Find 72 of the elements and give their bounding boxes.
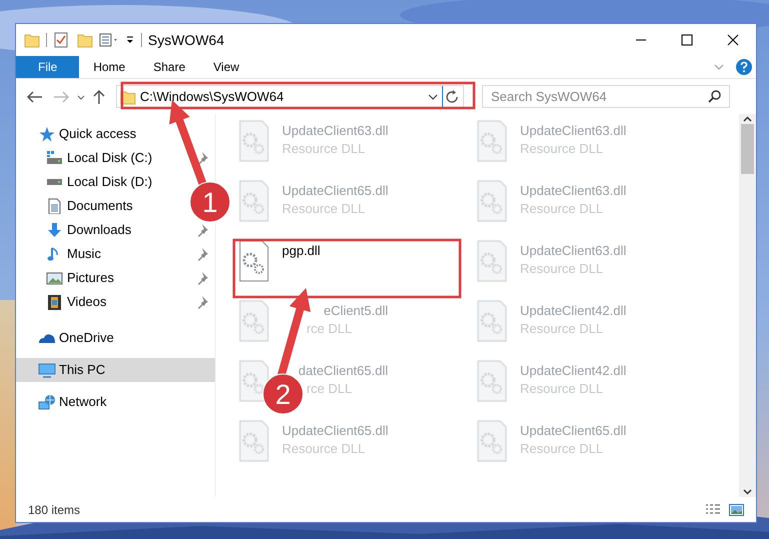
window-title: SysWOW64 xyxy=(148,30,224,50)
sidebar-item[interactable]: Local Disk (C:) xyxy=(16,146,215,170)
sidebar-label: Downloads xyxy=(67,221,132,240)
step-badge: 1 xyxy=(190,182,230,222)
star-icon xyxy=(38,126,56,142)
ribbon-tab[interactable]: File xyxy=(16,56,80,78)
sidebar-item[interactable]: Documents xyxy=(16,194,139,218)
file-type: Resource DLL xyxy=(282,200,366,218)
film-icon xyxy=(46,294,63,310)
folder-icon[interactable] xyxy=(24,32,40,48)
file-icon[interactable] xyxy=(238,360,270,402)
file-type: rce DLL xyxy=(306,380,352,398)
scroll-thumb[interactable] xyxy=(741,124,754,174)
folder-icon[interactable] xyxy=(77,32,93,48)
sidebar-label: Videos xyxy=(67,293,108,312)
pin-icon[interactable] xyxy=(197,246,209,262)
search-field[interactable]: Search SysWOW64 xyxy=(482,85,730,108)
file-type: Resource DLL xyxy=(520,380,604,398)
file-type: rce DLL xyxy=(306,320,352,338)
download-arrow-icon xyxy=(46,222,63,238)
sidebar-item[interactable]: Music xyxy=(16,242,215,266)
sidebar-item[interactable]: OneDrive xyxy=(16,326,118,350)
sidebar-label: Local Disk (C:) xyxy=(67,149,154,168)
drive-icon xyxy=(46,150,63,166)
file-type: Resource DLL xyxy=(520,320,604,338)
sidebar-item[interactable]: This PC xyxy=(16,358,215,382)
scroll-down-icon[interactable] xyxy=(743,489,752,495)
file-name[interactable]: pgp.dll xyxy=(282,242,320,260)
file-icon[interactable] xyxy=(238,240,270,282)
chevron-down-icon[interactable] xyxy=(714,64,724,70)
file-type: Resource DLL xyxy=(520,140,604,158)
step-badge: 2 xyxy=(262,374,304,414)
sidebar-label: Local Disk (D:) xyxy=(67,173,152,192)
address-path: C:\Windows\SysWOW64 xyxy=(140,88,284,106)
details-view-icon[interactable] xyxy=(705,504,721,516)
scrollbar[interactable] xyxy=(739,114,756,497)
pin-icon[interactable] xyxy=(197,150,209,166)
picture-icon xyxy=(46,270,63,286)
file-type: Resource DLL xyxy=(520,200,604,218)
sidebar-item[interactable]: Videos xyxy=(16,290,215,314)
ribbon-tab[interactable]: Share xyxy=(139,56,200,78)
file-type: Resource DLL xyxy=(282,440,366,458)
monitor-icon xyxy=(38,362,56,378)
drive-icon xyxy=(46,178,63,186)
thumbnail-view-icon[interactable] xyxy=(729,504,744,516)
item-count: 180 items xyxy=(28,502,80,518)
file-type: Resource DLL xyxy=(520,260,604,278)
sidebar-label: OneDrive xyxy=(59,329,114,348)
pin-icon[interactable] xyxy=(197,222,209,238)
pin-icon[interactable] xyxy=(197,270,209,286)
file-type: Resource DLL xyxy=(520,440,604,458)
sidebar-label: Network xyxy=(59,393,107,412)
sidebar-item[interactable]: Pictures xyxy=(16,266,215,290)
scroll-up-icon[interactable] xyxy=(743,116,752,122)
sidebar-item[interactable]: Network xyxy=(16,390,111,414)
help-icon[interactable] xyxy=(736,59,752,75)
sidebar-label: Pictures xyxy=(67,269,115,288)
address-field[interactable]: C:\Windows\SysWOW64 xyxy=(116,85,464,108)
sidebar-label: Music xyxy=(67,245,102,264)
sidebar-label: Documents xyxy=(67,197,133,216)
checklist-icon[interactable] xyxy=(53,32,69,48)
document-icon xyxy=(46,198,63,214)
ribbon-tab[interactable]: Home xyxy=(79,56,140,78)
sidebar-label: Quick access xyxy=(59,125,136,144)
ribbon-tab[interactable]: View xyxy=(199,56,254,78)
file-type: Resource DLL xyxy=(282,140,366,158)
network-icon xyxy=(38,394,56,410)
pin-icon[interactable] xyxy=(197,294,209,310)
sidebar-label: This PC xyxy=(59,361,106,380)
sidebar-item[interactable]: Local Disk (D:) xyxy=(16,170,158,194)
search-icon[interactable] xyxy=(708,89,722,103)
sidebar-item[interactable]: Quick access xyxy=(16,122,140,146)
